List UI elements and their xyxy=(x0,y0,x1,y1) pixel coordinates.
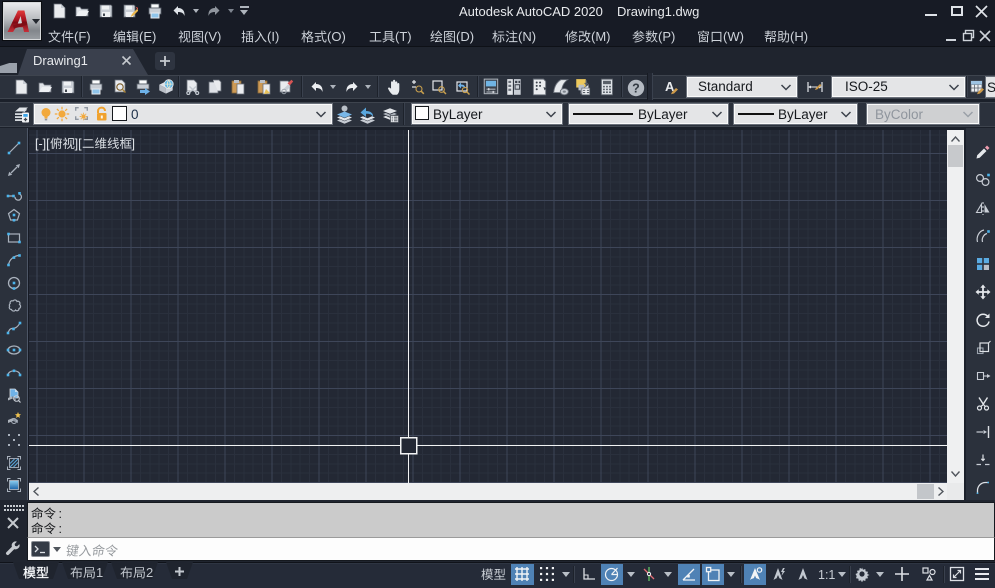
svg-text:?: ? xyxy=(632,82,640,96)
